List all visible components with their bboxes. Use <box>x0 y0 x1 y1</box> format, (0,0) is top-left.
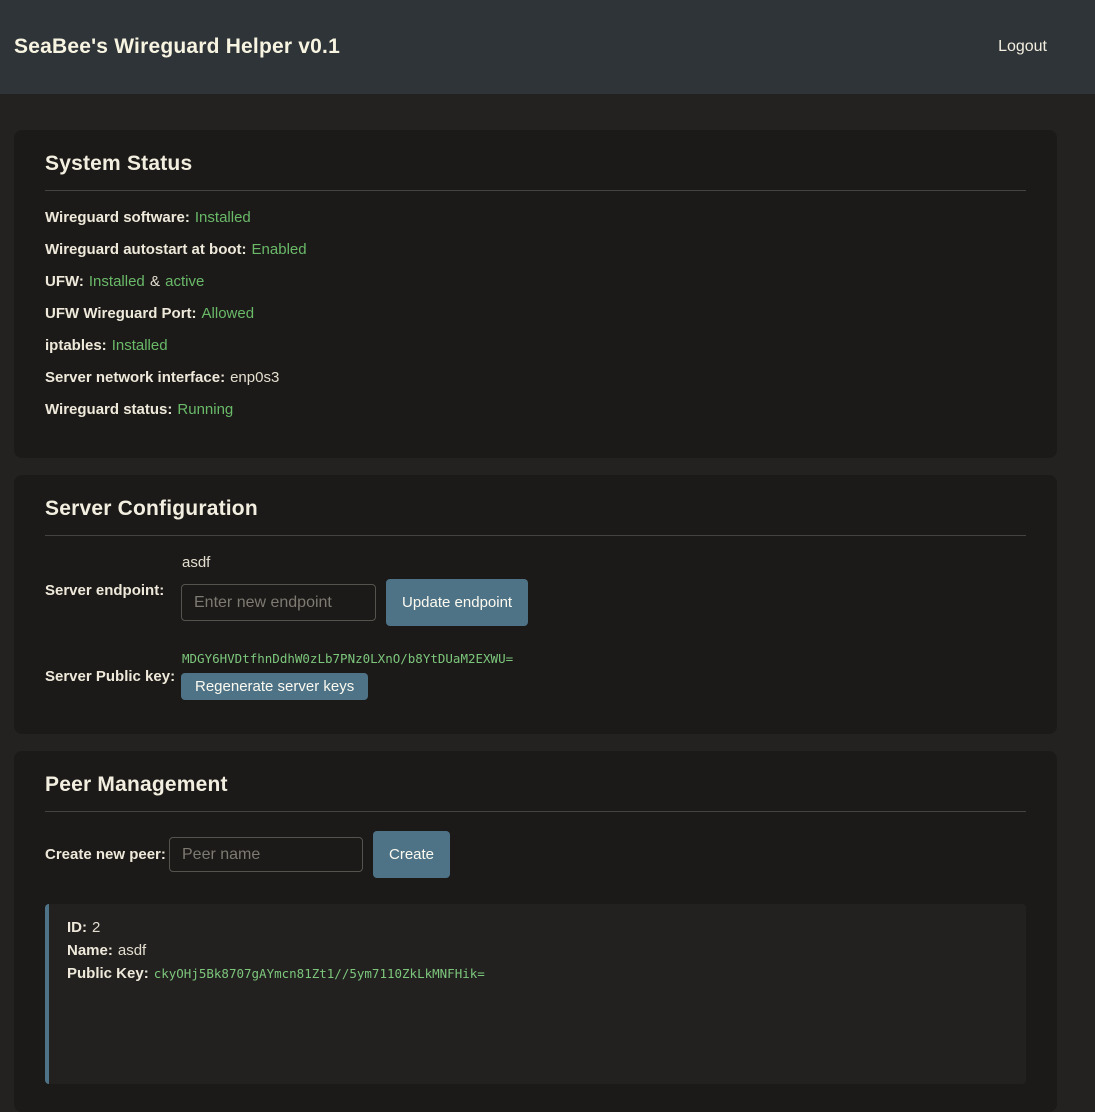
create-peer-row: Create new peer: Create <box>45 831 1026 878</box>
status-row-iptables: iptables: Installed <box>45 338 1026 354</box>
peer-name-value: asdf <box>118 942 146 959</box>
status-value: Installed <box>195 209 251 226</box>
regenerate-server-keys-button[interactable]: Regenerate server keys <box>181 673 368 700</box>
section-divider <box>45 190 1026 191</box>
server-endpoint-current-value: asdf <box>182 555 528 570</box>
peer-name-line: Name: asdf <box>67 943 1008 958</box>
create-peer-button[interactable]: Create <box>373 831 450 878</box>
status-row-network-interface: Server network interface: enp0s3 <box>45 370 1026 386</box>
system-status-card: System Status Wireguard software: Install… <box>14 130 1057 458</box>
server-public-key-row: Server Public key: MDGY6HVDtfhnDdhW0zLb7… <box>45 652 1026 700</box>
app-header: SeaBee's Wireguard Helper v0.1 Logout <box>0 0 1095 94</box>
create-peer-label: Create new peer: <box>45 846 169 863</box>
system-status-body: Wireguard software: Installed Wireguard a… <box>31 210 1040 444</box>
status-value: active <box>165 273 204 290</box>
status-label: Wireguard status: <box>45 401 172 418</box>
status-value: Running <box>177 401 233 418</box>
server-public-key-value: MDGY6HVDtfhnDdhW0zLb7PNz0LXnO/b8YtDUaM2E… <box>182 652 513 666</box>
peer-management-heading: Peer Management <box>45 773 1040 797</box>
server-configuration-body: Server endpoint: asdf Update endpoint Se… <box>31 555 1040 720</box>
peer-name-input[interactable] <box>169 837 363 872</box>
create-peer-controls: Create <box>169 831 450 878</box>
status-value: Allowed <box>202 305 255 322</box>
status-label: UFW: <box>45 273 84 290</box>
peer-name-label: Name: <box>67 942 113 959</box>
peer-management-card: Peer Management Create new peer: Create … <box>14 751 1057 1112</box>
peer-public-key-line: Public Key: ckyOHj5Bk8707gAYmcn81Zt1//5ym… <box>67 966 1008 981</box>
status-row-ufw: UFW: Installed & active <box>45 274 1026 290</box>
server-configuration-heading: Server Configuration <box>45 497 1040 521</box>
peer-id-label: ID: <box>67 919 87 936</box>
status-row-wireguard-software: Wireguard software: Installed <box>45 210 1026 226</box>
status-row-ufw-port: UFW Wireguard Port: Allowed <box>45 306 1026 322</box>
status-label: iptables: <box>45 337 107 354</box>
server-public-key-label: Server Public key: <box>45 668 181 685</box>
server-configuration-card: Server Configuration Server endpoint: as… <box>14 475 1057 734</box>
logout-link[interactable]: Logout <box>998 38 1047 56</box>
peer-id-value: 2 <box>92 919 100 936</box>
endpoint-input-row: Update endpoint <box>181 579 528 626</box>
peer-management-body: Create new peer: Create ID: 2 Name: asdf P… <box>31 831 1040 1098</box>
server-endpoint-row: Server endpoint: asdf Update endpoint <box>45 555 1026 626</box>
server-endpoint-controls: asdf Update endpoint <box>181 555 528 626</box>
update-endpoint-button[interactable]: Update endpoint <box>386 579 528 626</box>
peer-id-line: ID: 2 <box>67 920 1008 935</box>
status-value: Installed <box>112 337 168 354</box>
status-label: Server network interface: <box>45 369 225 386</box>
main-content: System Status Wireguard software: Install… <box>0 94 1095 1112</box>
status-value: enp0s3 <box>230 369 279 386</box>
peer-entry: ID: 2 Name: asdf Public Key: ckyOHj5Bk8707g… <box>45 904 1026 1084</box>
status-label: Wireguard software: <box>45 209 190 226</box>
status-separator: & <box>150 273 160 290</box>
server-endpoint-label: Server endpoint: <box>45 582 181 599</box>
status-row-wireguard-status: Wireguard status: Running <box>45 402 1026 418</box>
endpoint-input[interactable] <box>181 584 376 621</box>
server-public-key-controls: MDGY6HVDtfhnDdhW0zLb7PNz0LXnO/b8YtDUaM2E… <box>181 652 513 700</box>
status-value: Installed <box>89 273 145 290</box>
system-status-heading: System Status <box>45 152 1040 176</box>
status-row-autostart: Wireguard autostart at boot: Enabled <box>45 242 1026 258</box>
app-title: SeaBee's Wireguard Helper v0.1 <box>14 35 340 59</box>
peer-public-key-value: ckyOHj5Bk8707gAYmcn81Zt1//5ym7110ZkLkMNF… <box>154 966 485 981</box>
status-label: UFW Wireguard Port: <box>45 305 197 322</box>
peer-public-key-label: Public Key: <box>67 965 149 982</box>
section-divider <box>45 811 1026 812</box>
status-label: Wireguard autostart at boot: <box>45 241 247 258</box>
section-divider <box>45 535 1026 536</box>
status-value: Enabled <box>252 241 307 258</box>
